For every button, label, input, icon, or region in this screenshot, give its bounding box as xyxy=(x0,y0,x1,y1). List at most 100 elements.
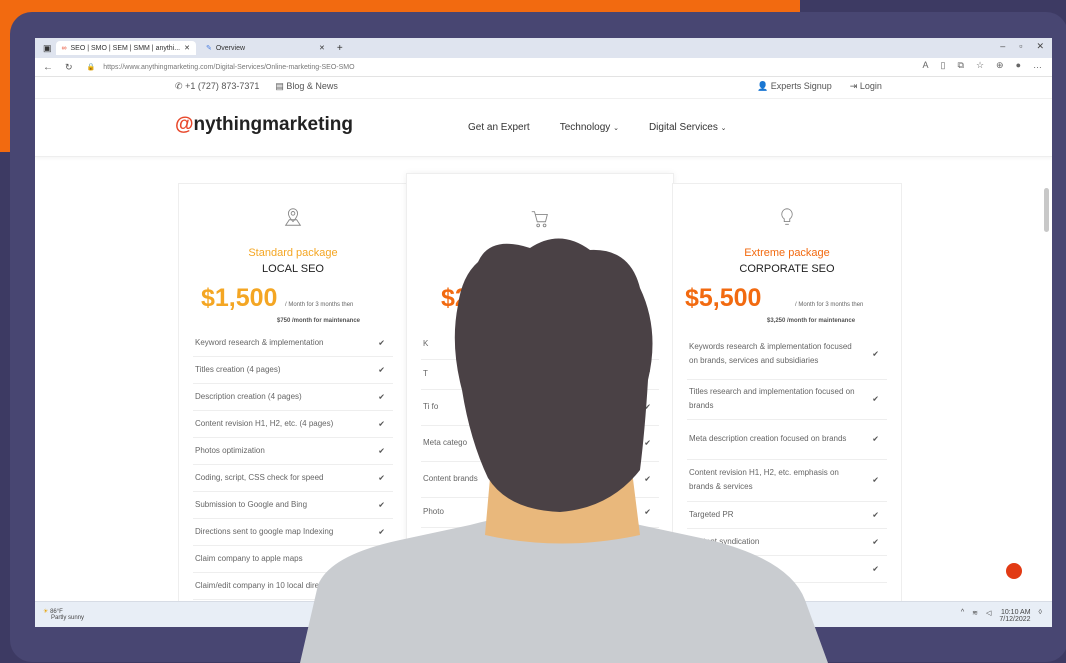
login-icon: ⇥ xyxy=(849,81,858,91)
clock[interactable]: 10:10 AM 7/12/2022 xyxy=(999,609,1030,623)
volume-icon[interactable]: ◁ xyxy=(986,609,991,623)
check-icon: ✔ xyxy=(872,349,879,359)
check-icon: ✔ xyxy=(872,394,879,404)
feature-text: Targeted PR xyxy=(689,509,734,519)
feature-row: ✔ xyxy=(687,555,887,583)
feature-row: Con ✔ xyxy=(421,527,659,558)
feature-row: Content syndication ✔ xyxy=(687,528,887,556)
weather-widget[interactable]: ☀ 86°F Partly sunny xyxy=(43,608,84,621)
profile-icon[interactable]: ● xyxy=(1016,60,1021,71)
notification-icon[interactable]: ◊ xyxy=(1039,609,1042,623)
pricing-card-local-seo: Standard package LOCAL SEO $1,500 / Mont… xyxy=(178,183,408,615)
pricing-card-ecommerce-seo: Advanc EC $2 K ✔ T ✔ Ti fo ✔ Meta catego ✔ Conte… xyxy=(406,173,674,615)
read-aloud-icon[interactable]: A xyxy=(923,60,929,71)
system-tray: ^ ≋ ◁ 10:10 AM 7/12/2022 ◊ xyxy=(961,609,1042,623)
feature-text: Keyword research & implementation xyxy=(195,337,324,347)
check-icon: ✔ xyxy=(644,369,651,379)
favorites-icon[interactable]: ☆ xyxy=(976,60,984,71)
user-plus-icon: 👤 xyxy=(757,81,769,91)
nav-technology[interactable]: Technology ⌄ xyxy=(560,122,619,133)
feature-row: Description creation (4 pages) ✔ xyxy=(193,383,393,411)
feature-text: Con xyxy=(423,537,438,546)
package-label: Advanc xyxy=(511,247,549,259)
package-name: LOCAL SEO xyxy=(262,263,324,275)
lock-icon: 🔒 xyxy=(86,64,96,71)
split-screen-icon[interactable]: ▯ xyxy=(941,60,946,71)
package-price: $5,500 xyxy=(685,284,762,312)
chevron-down-icon: ⌄ xyxy=(613,125,619,132)
phone-icon: ✆ xyxy=(175,81,183,91)
feature-text: T xyxy=(423,369,428,378)
close-window-icon[interactable]: ✕ xyxy=(1036,41,1044,52)
feature-text: Photos optimization xyxy=(195,445,265,455)
bulb-icon xyxy=(781,208,793,225)
newspaper-icon: ▤ xyxy=(275,81,284,91)
feature-text: Ti fo xyxy=(423,402,439,411)
feature-text: Description creation (4 pages) xyxy=(195,391,302,401)
tab-overview[interactable]: ✎ Overview ✕ xyxy=(200,41,331,55)
maintenance-price: $750 /month for maintenance xyxy=(277,318,361,324)
close-tab-icon[interactable]: ✕ xyxy=(319,44,325,52)
close-tab-icon[interactable]: ✕ xyxy=(184,44,190,52)
feature-row: Claim company to apple maps ✔ xyxy=(193,545,393,573)
page-scrollbar[interactable] xyxy=(1044,188,1049,232)
login-link[interactable]: ⇥ Login xyxy=(850,81,882,92)
check-icon: ✔ xyxy=(378,338,385,347)
windows-taskbar: ☀ 86°F Partly sunny ^ ≋ ◁ 10:10 AM 7/12/2… xyxy=(35,601,1052,627)
feature-row: Meta catego ✔ xyxy=(421,425,659,462)
tab-seo[interactable]: ∞ SEO | SMO | SEM | SMM | anythi... ✕ xyxy=(55,41,196,55)
feature-row: Keywords research & implementation focus… xyxy=(687,329,887,380)
feature-row: Photo ✔ xyxy=(421,497,659,528)
package-name: EC xyxy=(522,263,538,275)
nav-get-expert[interactable]: Get an Expert xyxy=(468,122,530,133)
url-input[interactable]: https://www.anythingmarketing.com/Digita… xyxy=(103,64,354,71)
check-icon: ✔ xyxy=(644,438,651,448)
collections-icon[interactable]: ⊕ xyxy=(996,60,1004,71)
check-icon: ✔ xyxy=(872,475,879,485)
check-icon: ✔ xyxy=(644,507,651,517)
feature-text: K xyxy=(423,339,429,348)
site-logo[interactable]: @nythingmarketing xyxy=(175,114,353,136)
feature-row: Targeted PR ✔ xyxy=(687,501,887,529)
blog-link[interactable]: ▤ Blog & News xyxy=(275,81,338,92)
feature-row: Photos optimization ✔ xyxy=(193,437,393,465)
minimize-icon[interactable]: – xyxy=(1000,41,1005,52)
window-menu-icon[interactable]: ▣ xyxy=(43,43,52,54)
maintenance-price: $3,250 /month for maintenance xyxy=(767,318,856,324)
feature-text: Submission to Google and Bing xyxy=(195,499,308,509)
pricing-card-corporate-seo: Extreme package CORPORATE SEO $5,500 / M… xyxy=(672,183,902,615)
browser-tab-bar: ▣ ∞ SEO | SMO | SEM | SMM | anythi... ✕ … xyxy=(35,38,1052,58)
tray-chevron-icon[interactable]: ^ xyxy=(961,609,964,623)
feature-text: Content brands xyxy=(423,474,478,483)
refresh-icon[interactable]: ↻ xyxy=(65,62,73,73)
chat-widget-button[interactable] xyxy=(1006,563,1022,579)
feature-row: Content brands ✔ xyxy=(421,461,659,498)
new-tab-button[interactable]: + xyxy=(337,43,343,54)
check-icon: ✔ xyxy=(378,365,385,374)
feature-row: Content revision H1, H2, etc. emphasis o… xyxy=(687,459,887,502)
check-icon: ✔ xyxy=(644,402,651,412)
address-bar: ← ↻ 🔒 https://www.anythingmarketing.com/… xyxy=(35,58,1052,77)
check-icon: ✔ xyxy=(872,564,879,573)
feature-row: Titles research and implementation focus… xyxy=(687,379,887,420)
feature-text: Directions sent to google map Indexing xyxy=(195,526,334,536)
phone-link[interactable]: ✆ +1 (727) 873-7371 xyxy=(175,81,259,92)
wifi-icon[interactable]: ≋ xyxy=(972,609,978,623)
check-icon: ✔ xyxy=(872,537,879,546)
favicon-icon: ∞ xyxy=(61,44,67,52)
experts-signup-link[interactable]: 👤 Experts Signup xyxy=(757,81,832,92)
more-icon[interactable]: … xyxy=(1033,60,1042,71)
check-icon: ✔ xyxy=(378,527,385,536)
sun-icon: ☀ xyxy=(43,609,49,615)
check-icon: ✔ xyxy=(378,473,385,482)
feature-text: Titles research and implementation focus… xyxy=(689,387,855,410)
back-icon[interactable]: ← xyxy=(43,62,53,73)
check-icon: ✔ xyxy=(378,419,385,428)
check-icon: ✔ xyxy=(378,500,385,509)
maximize-icon[interactable]: ▫ xyxy=(1019,41,1022,52)
cart-icon xyxy=(531,211,548,228)
extension-icon[interactable]: ⧉ xyxy=(958,60,964,71)
price-note: / Month for 3 months then xyxy=(795,302,864,308)
nav-digital-services[interactable]: Digital Services ⌄ xyxy=(649,122,727,133)
feature-text: Meta description creation focused on bra… xyxy=(689,434,847,443)
